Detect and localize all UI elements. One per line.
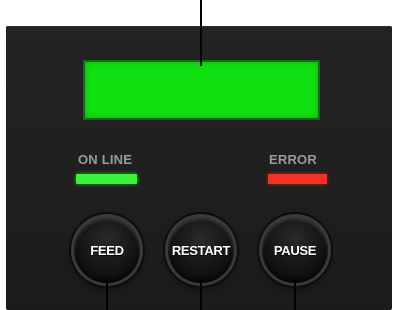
restart-button-label: RESTART	[171, 242, 231, 258]
feed-button-label: FEED	[90, 242, 124, 258]
online-label: ON LINE	[78, 152, 133, 167]
feed-button[interactable]: FEED	[74, 217, 140, 283]
error-label: ERROR	[269, 152, 317, 167]
display-callout-line-overlay	[200, 26, 202, 66]
online-led-icon	[76, 174, 137, 184]
error-led-icon	[268, 174, 327, 184]
feed-callout-line	[106, 279, 108, 310]
restart-button[interactable]: RESTART	[168, 217, 234, 283]
printer-control-panel-figure: ON LINE ERROR FEED RESTART PAUSE	[0, 0, 398, 310]
pause-callout-line	[294, 279, 296, 310]
pause-button-label: PAUSE	[273, 242, 317, 258]
lcd-display	[85, 62, 318, 118]
pause-button[interactable]: PAUSE	[262, 217, 328, 283]
restart-callout-line	[200, 279, 202, 310]
